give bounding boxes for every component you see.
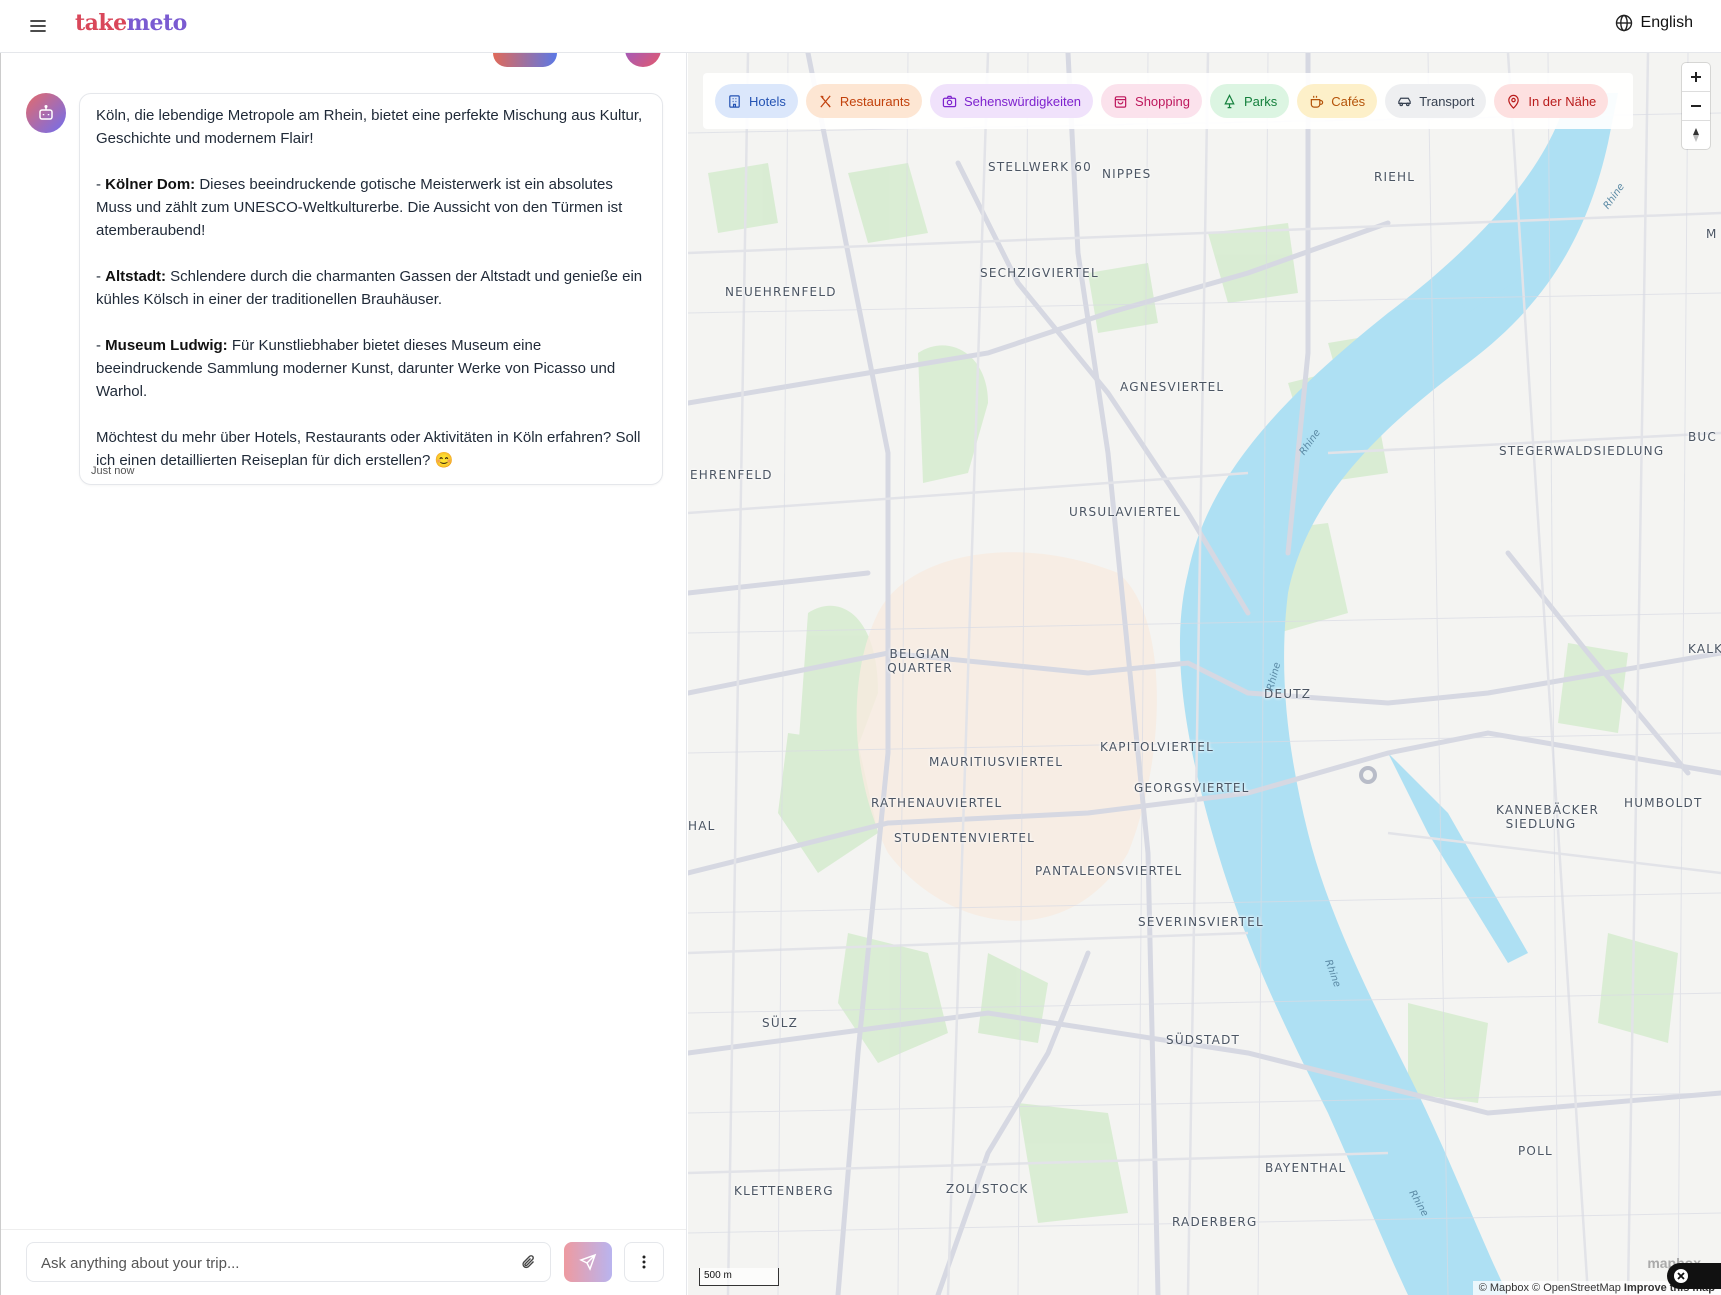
close-icon bbox=[1674, 1269, 1688, 1283]
filter-parks[interactable]: Parks bbox=[1209, 84, 1290, 118]
map-label-mauritiusviertel: Mauritiusviertel bbox=[929, 755, 1064, 769]
message-outro: Möchtest du mehr über Hotels, Restaurant… bbox=[96, 429, 641, 469]
map-label-rathenauviertel: Rathenauviertel bbox=[871, 796, 1003, 810]
map-label-ursulaviertel: Ursulaviertel bbox=[1069, 505, 1181, 519]
zoom-in-button[interactable] bbox=[1682, 63, 1710, 92]
shopping-bag-icon bbox=[1114, 95, 1127, 108]
language-label: English bbox=[1640, 14, 1693, 31]
assistant-message: Köln, die lebendige Metropole am Rhein, … bbox=[79, 93, 663, 485]
map-label-suedstadt: Südstadt bbox=[1166, 1033, 1241, 1047]
map-label-agnesviertel: Agnesviertel bbox=[1120, 380, 1225, 394]
filter-transport[interactable]: Transport bbox=[1385, 84, 1487, 118]
map-label-humboldt: Humboldt bbox=[1624, 796, 1703, 810]
map-label-studentenviertel: Studentenviertel bbox=[894, 831, 1036, 845]
zoom-out-button[interactable] bbox=[1682, 92, 1710, 121]
map-label-riehl: Riehl bbox=[1374, 170, 1416, 184]
message-intro: Köln, die lebendige Metropole am Rhein, … bbox=[96, 107, 643, 147]
message-input[interactable] bbox=[39, 1243, 513, 1283]
map-label-sechzigviertel: Sechzigviertel bbox=[980, 266, 1099, 280]
map-label-stellwerk: Stellwerk 60 bbox=[988, 160, 1092, 174]
map-label-suelz: Sülz bbox=[762, 1016, 799, 1030]
message-item: - Kölner Dom: Dieses beeindruckende goti… bbox=[96, 176, 623, 239]
map-label-belgian-quarter: Belgian Quarter bbox=[887, 647, 953, 675]
map-view[interactable]: Stellwerk 60 Nippes Riehl Sechzigviertel… bbox=[688, 53, 1721, 1295]
user-avatar bbox=[625, 53, 661, 67]
map-label-zollstock: Zollstock bbox=[946, 1182, 1029, 1196]
compass-button[interactable] bbox=[1682, 121, 1710, 149]
globe-icon bbox=[1615, 14, 1632, 32]
top-bar: takemeto English bbox=[0, 0, 1721, 53]
hotel-icon bbox=[729, 94, 740, 108]
map-filter-bar: Hotels Restaurants Sehenswürdigkeiten Sh… bbox=[703, 73, 1633, 129]
previous-user-message bbox=[493, 53, 557, 67]
attribution-text: © Mapbox © OpenStreetMap bbox=[1478, 1282, 1621, 1294]
map-label-buc: Buc bbox=[1688, 430, 1717, 444]
message-input-wrapper bbox=[26, 1242, 551, 1283]
map-label-ehrenfeld: Ehrenfeld bbox=[690, 468, 773, 482]
tree-icon bbox=[1224, 93, 1235, 108]
map-label-severinsviertel: Severinsviertel bbox=[1138, 915, 1264, 929]
filter-sights[interactable]: Sehenswürdigkeiten bbox=[929, 84, 1094, 118]
camera-icon bbox=[942, 95, 957, 107]
attribution-toggle[interactable] bbox=[1667, 1263, 1721, 1289]
map-label-pantaleonsviertel: Pantaleonsviertel bbox=[1035, 864, 1183, 878]
filter-hotels[interactable]: Hotels bbox=[715, 84, 798, 118]
hamburger-menu-button[interactable] bbox=[26, 14, 50, 38]
map-label-m: M bbox=[1706, 227, 1718, 241]
coffee-icon bbox=[1310, 95, 1324, 108]
map-pin-icon bbox=[1508, 94, 1520, 109]
utensils-icon bbox=[820, 94, 831, 108]
send-icon bbox=[579, 1253, 597, 1271]
language-selector[interactable]: English bbox=[1615, 14, 1693, 32]
map-label-klettenberg: Klettenberg bbox=[734, 1184, 834, 1198]
chat-panel: Köln, die lebendige Metropole am Rhein, … bbox=[0, 53, 687, 1295]
map-base bbox=[688, 53, 1721, 1295]
plus-icon bbox=[1691, 72, 1701, 82]
map-label-kannebaecker: Kannebäcker Siedlung bbox=[1496, 803, 1600, 831]
map-scale: 500 m bbox=[699, 1268, 779, 1286]
assistant-avatar bbox=[26, 93, 66, 133]
map-label-raderberg: Raderberg bbox=[1172, 1215, 1258, 1229]
filter-cafes[interactable]: Cafés bbox=[1297, 84, 1378, 118]
map-zoom-controls bbox=[1682, 63, 1710, 149]
more-options-button[interactable] bbox=[624, 1242, 664, 1282]
chat-composer bbox=[1, 1229, 686, 1295]
map-label-neuehrenfeld: Neuehrenfeld bbox=[725, 285, 837, 299]
send-button[interactable] bbox=[564, 1242, 612, 1282]
filter-shopping[interactable]: Shopping bbox=[1101, 84, 1202, 118]
filter-nearby[interactable]: In der Nähe bbox=[1494, 84, 1609, 118]
map-label-stegerwaldsiedlung: Stegerwaldsiedlung bbox=[1499, 444, 1665, 458]
map-label-kalk: Kalk bbox=[1688, 642, 1721, 656]
more-vertical-icon bbox=[642, 1255, 646, 1269]
message-timestamp: Just now bbox=[91, 465, 135, 477]
paperclip-icon[interactable] bbox=[520, 1253, 538, 1271]
filter-restaurants[interactable]: Restaurants bbox=[805, 84, 922, 118]
map-label-bayenthal: Bayenthal bbox=[1265, 1161, 1347, 1175]
menu-icon bbox=[30, 20, 46, 32]
map-label-nippes: Nippes bbox=[1102, 167, 1152, 181]
compass-icon bbox=[1693, 128, 1699, 142]
map-label-georgsviertel: Georgsviertel bbox=[1134, 781, 1250, 795]
message-item: - Altstadt: Schlendere durch die charman… bbox=[96, 268, 643, 308]
map-label-poll: Poll bbox=[1518, 1144, 1553, 1158]
bot-icon bbox=[39, 104, 53, 120]
car-icon bbox=[1398, 97, 1411, 106]
map-label-hal: Hal bbox=[688, 819, 716, 833]
map-label-kapitolviertel: Kapitolviertel bbox=[1100, 740, 1214, 754]
minus-icon bbox=[1691, 105, 1701, 107]
message-item: - Museum Ludwig: Für Kunstliebhaber biet… bbox=[96, 337, 616, 400]
app-logo[interactable]: takemeto bbox=[75, 10, 187, 36]
